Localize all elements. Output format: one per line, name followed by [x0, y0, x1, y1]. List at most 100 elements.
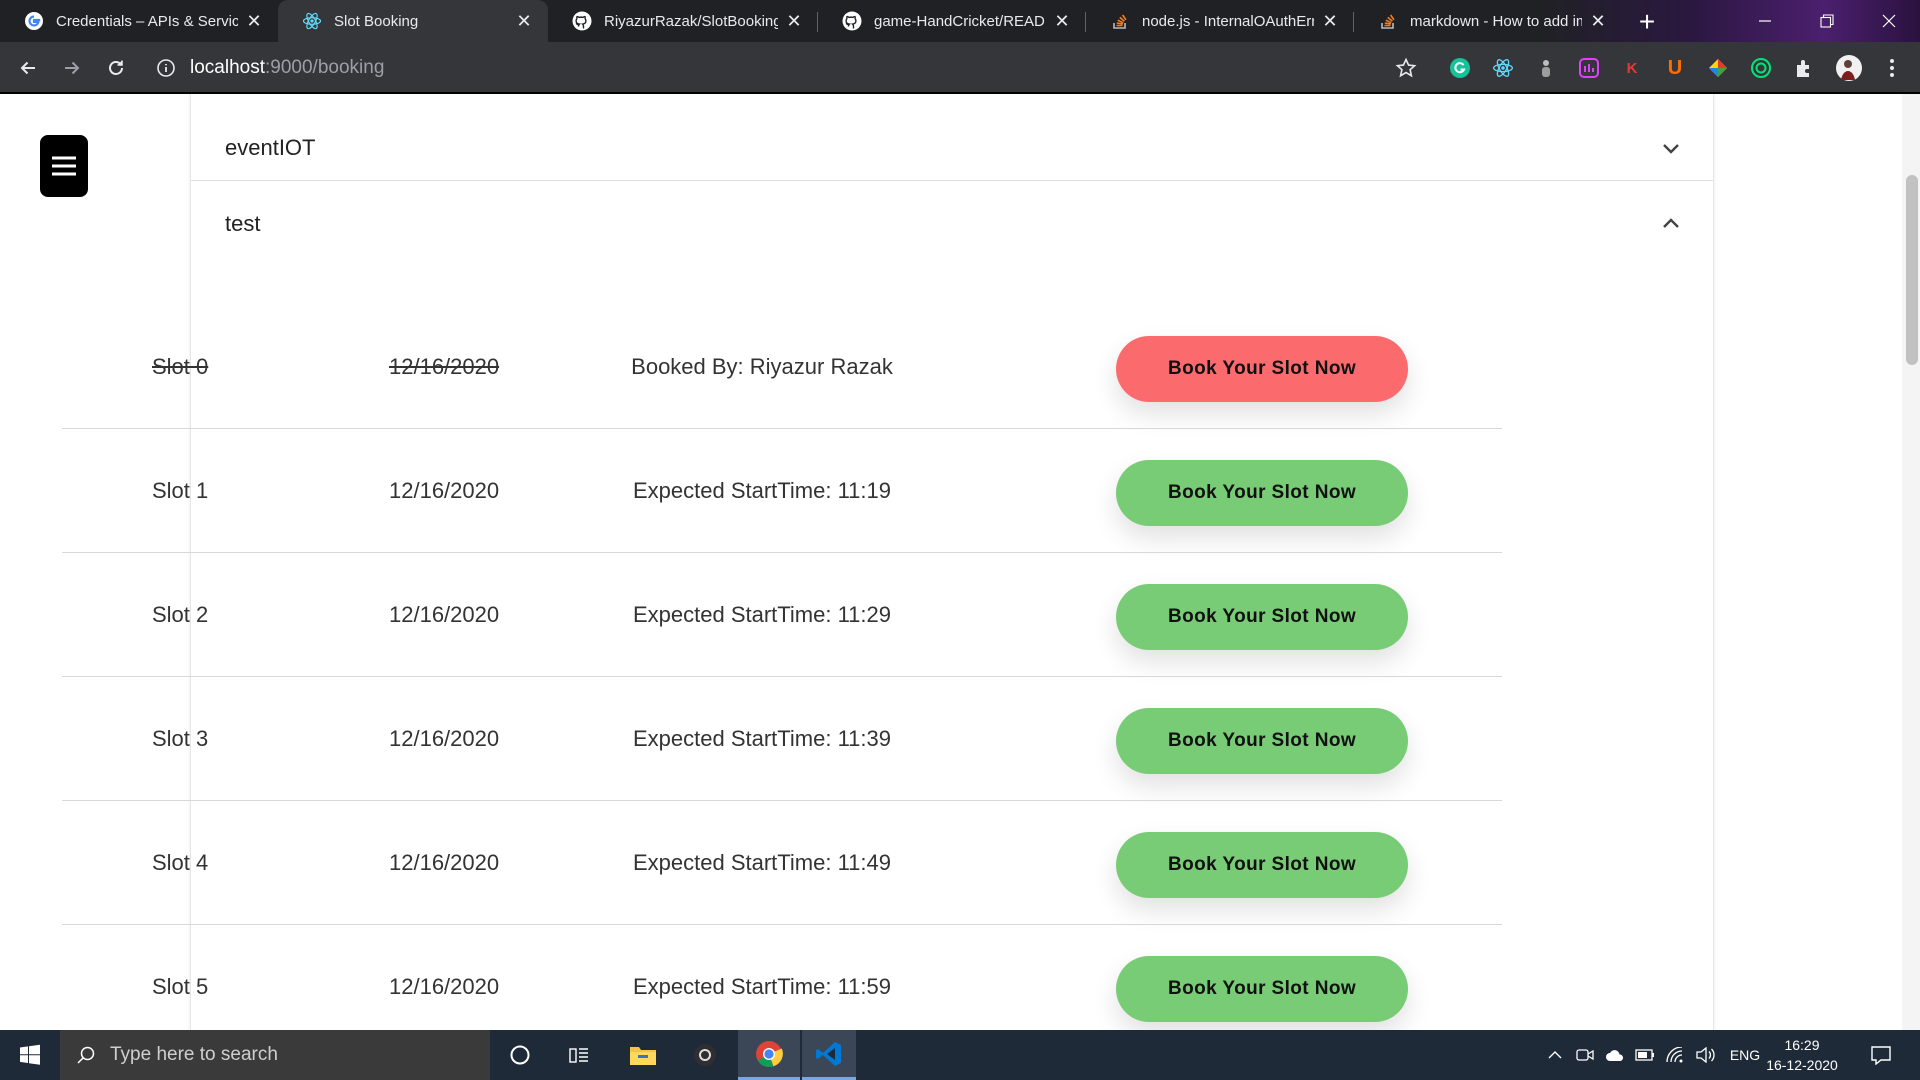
- tab-credentials[interactable]: Credentials – APIs & Services ✕: [0, 0, 278, 42]
- github-icon: [842, 11, 862, 31]
- grammarly-icon[interactable]: [1448, 56, 1472, 80]
- windows-start-button[interactable]: [0, 1030, 60, 1080]
- extension-target-icon[interactable]: [1749, 56, 1773, 80]
- book-slot-button[interactable]: Book Your Slot Now: [1116, 708, 1408, 774]
- url-host: localhost: [190, 57, 265, 78]
- react-devtools-icon[interactable]: [1491, 56, 1515, 80]
- book-slot-button[interactable]: Book Your Slot Now: [1116, 956, 1408, 1022]
- slot-date: 12/16/2020: [389, 602, 500, 627]
- accordion-divider: [191, 180, 1713, 181]
- slot-name: Slot 3: [152, 726, 209, 751]
- slot-row: Slot 2 12/16/2020 Expected StartTime: 11…: [62, 553, 1502, 677]
- google-icon: [24, 11, 44, 31]
- slot-start-time: Expected StartTime: 11:19: [632, 478, 892, 503]
- taskbar-clock[interactable]: 16:29 16-12-2020: [1762, 1035, 1842, 1075]
- menu-icon: [52, 156, 76, 176]
- close-icon[interactable]: ✕: [244, 11, 264, 31]
- close-icon[interactable]: ✕: [1052, 11, 1072, 31]
- site-info-icon[interactable]: [152, 54, 180, 82]
- tab-slot-booking[interactable]: Slot Booking ✕: [278, 0, 548, 42]
- url-path: :9000/booking: [265, 57, 385, 78]
- tab-title: RiyazurRazak/SlotBookingApp: [604, 12, 778, 30]
- tab-title: markdown - How to add images: [1410, 12, 1582, 30]
- address-bar[interactable]: localhost:9000/booking: [190, 52, 384, 84]
- book-slot-button[interactable]: Book Your Slot Now: [1116, 832, 1408, 898]
- slot-row: Slot 5 12/16/2020 Expected StartTime: 11…: [62, 925, 1502, 1030]
- search-placeholder: Type here to search: [110, 1044, 278, 1065]
- hamburger-menu-button[interactable]: [40, 135, 88, 197]
- page-scrollbar[interactable]: [1902, 94, 1920, 1030]
- extension-u-icon[interactable]: U: [1663, 56, 1687, 80]
- browser-toolbar: localhost:9000/booking K U: [0, 42, 1920, 94]
- notifications-icon[interactable]: [1856, 1030, 1906, 1080]
- close-icon[interactable]: ✕: [1588, 11, 1608, 31]
- battery-icon[interactable]: [1630, 1049, 1660, 1061]
- tab-stackoverflow-oauth[interactable]: node.js - InternalOAuthError ✕: [1086, 0, 1354, 42]
- stackoverflow-icon: [1110, 11, 1130, 31]
- close-icon[interactable]: ✕: [784, 11, 804, 31]
- book-slot-button[interactable]: Book Your Slot Now: [1116, 584, 1408, 650]
- tab-separator: [1085, 12, 1086, 32]
- forward-arrow-icon[interactable]: [56, 52, 88, 84]
- minimize-icon[interactable]: [1734, 0, 1796, 42]
- book-slot-button[interactable]: Book Your Slot Now: [1116, 460, 1408, 526]
- github-icon: [572, 11, 592, 31]
- volume-icon[interactable]: [1690, 1047, 1720, 1063]
- taskbar-search-box[interactable]: Type here to search: [60, 1030, 490, 1080]
- chrome-taskbar-icon[interactable]: [738, 1030, 800, 1080]
- close-icon[interactable]: ✕: [514, 11, 534, 31]
- restore-icon[interactable]: [1796, 0, 1858, 42]
- tab-title: game-HandCricket/README.md: [874, 12, 1046, 30]
- bookmark-star-icon[interactable]: [1390, 52, 1422, 84]
- color-picker-icon[interactable]: [1706, 56, 1730, 80]
- extension-figure-icon[interactable]: [1534, 56, 1558, 80]
- task-view-icon[interactable]: [550, 1030, 608, 1080]
- slot-name: Slot 4: [152, 850, 209, 875]
- accordion-title: eventIOT: [225, 135, 316, 160]
- vscode-icon[interactable]: [802, 1030, 856, 1080]
- file-explorer-icon[interactable]: [614, 1030, 672, 1080]
- chevron-up-icon[interactable]: [1540, 1050, 1570, 1060]
- meet-now-icon[interactable]: [1570, 1047, 1600, 1063]
- obs-icon[interactable]: [676, 1030, 734, 1080]
- chevron-down-icon: [1663, 144, 1679, 154]
- close-icon[interactable]: ✕: [1320, 11, 1340, 31]
- scrollbar-thumb[interactable]: [1906, 175, 1918, 365]
- extensions-puzzle-icon[interactable]: [1792, 56, 1816, 80]
- new-tab-button[interactable]: +: [1631, 6, 1663, 38]
- windows-taskbar: Type here to search ENG 16:29 16-12-2020: [0, 1030, 1920, 1080]
- onedrive-icon[interactable]: [1600, 1048, 1630, 1062]
- more-menu-icon[interactable]: [1880, 56, 1904, 80]
- slot-start-time: Expected StartTime: 11:29: [632, 602, 892, 627]
- accordion-title: test: [225, 211, 261, 236]
- book-slot-button[interactable]: Book Your Slot Now: [1116, 336, 1408, 402]
- stackoverflow-icon: [1378, 11, 1398, 31]
- slot-row: Slot 0 12/16/2020 Booked By: Riyazur Raz…: [62, 305, 1502, 429]
- tab-handcricket-readme[interactable]: game-HandCricket/README.md ✕: [818, 0, 1086, 42]
- accordion-header-test[interactable]: test: [191, 192, 1713, 256]
- slot-date: 12/16/2020: [389, 478, 500, 503]
- extension-pink-icon[interactable]: [1577, 56, 1601, 80]
- extension-k-icon[interactable]: K: [1620, 56, 1644, 80]
- reload-icon[interactable]: [100, 52, 132, 84]
- slot-start-time: Expected StartTime: 11:59: [632, 974, 892, 999]
- tab-stackoverflow-markdown[interactable]: markdown - How to add images ✕: [1354, 0, 1622, 42]
- slot-row: Slot 1 12/16/2020 Expected StartTime: 11…: [62, 429, 1502, 553]
- tab-title: Slot Booking: [334, 12, 419, 30]
- slot-start-time: Expected StartTime: 11:39: [632, 726, 892, 751]
- slot-booked-by: Booked By: Riyazur Razak: [631, 354, 893, 379]
- search-icon: [77, 1046, 95, 1064]
- slot-date: 12/16/2020: [389, 974, 500, 999]
- avatar[interactable]: [1835, 54, 1863, 82]
- clock-date: 16-12-2020: [1766, 1057, 1838, 1073]
- back-arrow-icon[interactable]: [12, 52, 44, 84]
- cortana-icon[interactable]: [491, 1030, 549, 1080]
- page-viewport: eventIOT test Slot 0 12/16/2020 Booked B…: [0, 94, 1920, 1030]
- accordion-header-eventiot[interactable]: eventIOT: [191, 116, 1713, 180]
- tab-slotbookingapp-github[interactable]: RiyazurRazak/SlotBookingApp ✕: [548, 0, 818, 42]
- slot-name: Slot 1: [152, 478, 209, 503]
- wifi-icon[interactable]: [1660, 1047, 1690, 1063]
- window-close-icon[interactable]: [1858, 0, 1920, 42]
- system-tray: ENG: [1540, 1030, 1770, 1080]
- tab-separator: [1353, 12, 1354, 32]
